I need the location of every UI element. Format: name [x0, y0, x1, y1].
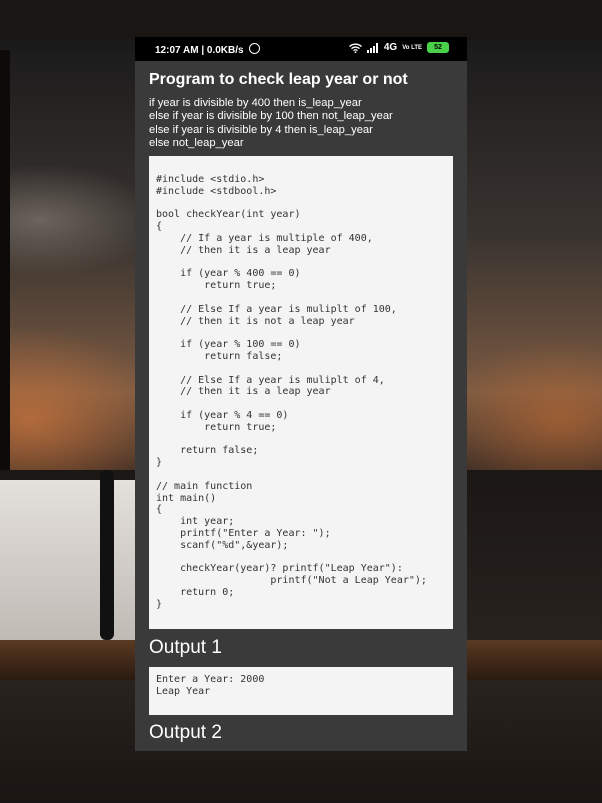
status-time: 12:07 AM [155, 45, 199, 56]
desk-lamp [100, 470, 114, 640]
description-line: if year is divisible by 400 then is_leap… [149, 97, 362, 109]
wifi-icon [348, 43, 362, 53]
algorithm-description: if year is divisible by 400 then is_leap… [149, 97, 393, 151]
output-1-block[interactable]: Enter a Year: 2000 Leap Year [149, 667, 453, 715]
output-2-heading: Output 2 [149, 722, 222, 743]
volte-badge: Vo LTE [402, 44, 422, 51]
status-bar: 12:07 AM | 0.0KB/s 4G Vo LTE 52 [135, 37, 467, 61]
source-code: #include <stdio.h> #include <stdbool.h> … [156, 174, 427, 610]
output-1-text: Enter a Year: 2000 Leap Year [156, 674, 265, 697]
page-title: Program to check leap year or not [149, 71, 408, 88]
description-line: else if year is divisible by 4 then is_l… [149, 123, 373, 136]
network-type: 4G [383, 42, 398, 53]
description-line: else if year is divisible by 100 then no… [149, 110, 393, 123]
network-speed: 0.0KB/s [206, 45, 244, 56]
alarm-icon [249, 43, 261, 54]
signal-icon [366, 42, 379, 53]
window-frame [0, 50, 10, 470]
description-line: else not_leap_year [149, 137, 244, 150]
wall-panel [0, 480, 140, 650]
battery-icon: 52 [427, 42, 449, 53]
output-1-heading: Output 1 [149, 637, 222, 658]
code-block[interactable]: #include <stdio.h> #include <stdbool.h> … [149, 156, 453, 629]
phone-screen[interactable]: 12:07 AM | 0.0KB/s 4G Vo LTE 52 Program … [135, 37, 467, 751]
